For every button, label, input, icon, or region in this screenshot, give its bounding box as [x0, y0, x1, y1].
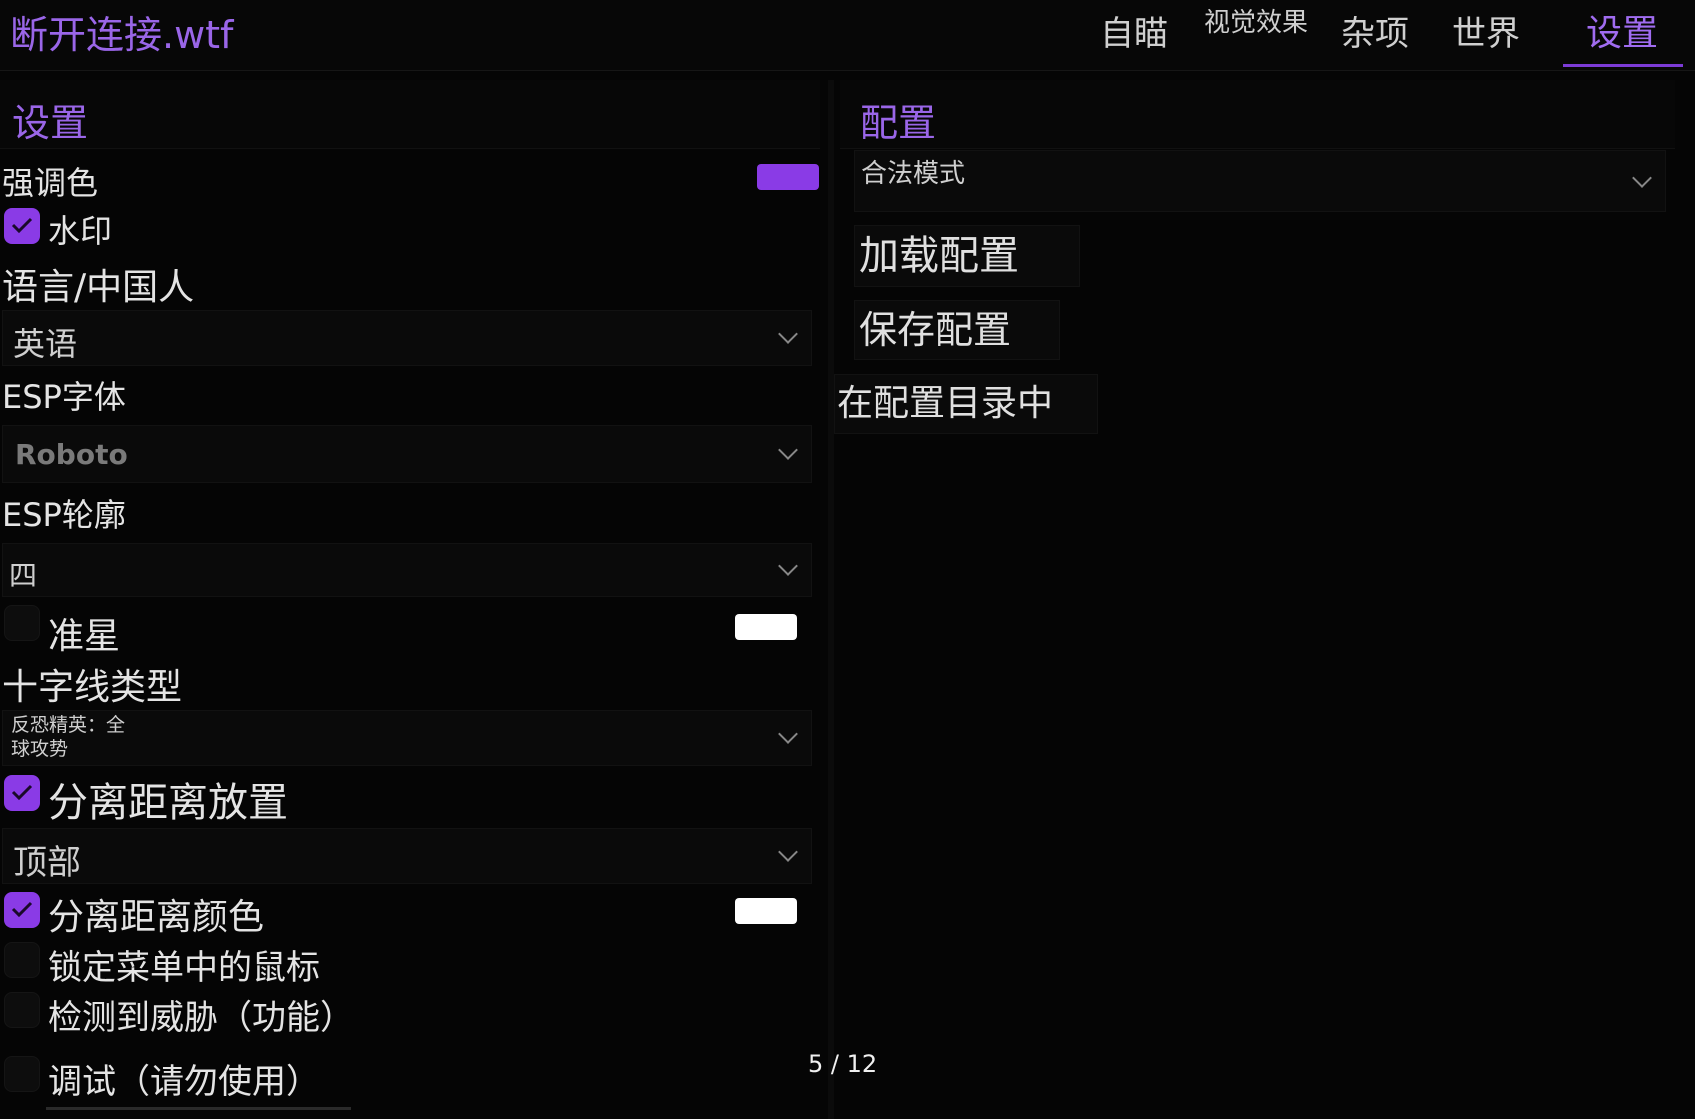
config-select-value: 合法模式 — [861, 159, 966, 189]
save-config-button[interactable]: 保存配置 — [854, 300, 1060, 360]
distance-color-swatch[interactable] — [735, 898, 797, 924]
config-select-dropdown[interactable]: 合法模式 — [854, 150, 1666, 212]
crosshair-type-label: 十字线类型 — [2, 667, 183, 708]
panel-divider — [828, 80, 834, 1119]
load-config-button[interactable]: 加载配置 — [854, 225, 1080, 287]
top-bar: 断开连接.wtf 自瞄 视觉效果 杂项 世界 设置 — [0, 0, 1695, 71]
esp-font-dropdown[interactable]: Roboto — [2, 425, 812, 483]
crosshair-label: 准星 — [48, 616, 121, 657]
distance-placement-label: 分离距离放置 — [48, 780, 288, 826]
chevron-down-icon — [778, 440, 798, 460]
debug-checkbox[interactable] — [4, 1056, 40, 1092]
crosshair-type-dropdown[interactable]: 反恐精英：全球攻势 — [2, 710, 812, 766]
esp-outline-dropdown[interactable]: 四 — [2, 543, 812, 597]
accent-color-label: 强调色 — [2, 164, 99, 202]
accent-color-swatch[interactable] — [757, 164, 819, 190]
language-value: 英语 — [13, 325, 78, 363]
config-title: 配置 — [860, 101, 937, 145]
crosshair-type-value: 反恐精英：全球攻势 — [11, 714, 126, 760]
tab-world[interactable]: 世界 — [1452, 6, 1520, 55]
settings-panel: 设置 强调色 水印 语言/中国人 英语 ESP字体 Roboto ESP轮廓 四… — [0, 80, 820, 1119]
threat-detect-label: 检测到威胁（功能） — [48, 998, 354, 1038]
distance-color-checkbox[interactable] — [4, 892, 40, 928]
tab-visuals[interactable]: 视觉效果 — [1204, 2, 1308, 39]
esp-outline-label: ESP轮廓 — [2, 496, 126, 534]
watermark-checkbox[interactable] — [4, 208, 40, 244]
page-indicator: 5 / 12 — [808, 1050, 878, 1078]
tab-settings[interactable]: 设置 — [1586, 4, 1658, 56]
crosshair-color-swatch[interactable] — [735, 614, 797, 640]
checkmark-icon — [11, 901, 33, 918]
lock-mouse-checkbox[interactable] — [4, 942, 40, 978]
chevron-down-icon — [778, 324, 798, 344]
chevron-down-icon — [778, 724, 798, 744]
config-panel: 配置 合法模式 加载配置 保存配置 在配置目录中 — [834, 80, 1675, 1119]
distance-placement-dropdown[interactable]: 顶部 — [2, 828, 812, 884]
esp-outline-value: 四 — [9, 559, 38, 592]
open-config-directory-button[interactable]: 在配置目录中 — [834, 374, 1098, 434]
tab-aimbot[interactable]: 自瞄 — [1100, 6, 1168, 55]
language-label: 语言/中国人 — [2, 267, 195, 308]
checkmark-icon — [11, 217, 33, 234]
chevron-down-icon — [778, 842, 798, 862]
tab-misc[interactable]: 杂项 — [1341, 6, 1409, 55]
chevron-down-icon — [778, 556, 798, 576]
settings-title: 设置 — [12, 101, 89, 145]
active-tab-indicator — [1563, 64, 1683, 67]
scroll-indicator — [46, 1107, 351, 1110]
chevron-down-icon — [1632, 168, 1652, 188]
esp-font-label: ESP字体 — [2, 378, 126, 416]
distance-color-label: 分离距离颜色 — [48, 897, 265, 938]
checkmark-icon — [11, 784, 33, 801]
lock-mouse-label: 锁定菜单中的鼠标 — [48, 948, 320, 988]
esp-font-value: Roboto — [15, 438, 128, 471]
distance-placement-value: 顶部 — [13, 843, 81, 883]
language-dropdown[interactable]: 英语 — [2, 310, 812, 366]
watermark-label: 水印 — [48, 212, 113, 250]
distance-placement-checkbox[interactable] — [4, 775, 40, 811]
settings-header: 设置 — [0, 80, 820, 149]
debug-label: 调试（请勿使用） — [48, 1062, 320, 1102]
app-title: 断开连接.wtf — [10, 13, 234, 57]
threat-detect-checkbox[interactable] — [4, 992, 40, 1028]
config-header: 配置 — [840, 80, 1675, 149]
crosshair-checkbox[interactable] — [4, 605, 40, 641]
